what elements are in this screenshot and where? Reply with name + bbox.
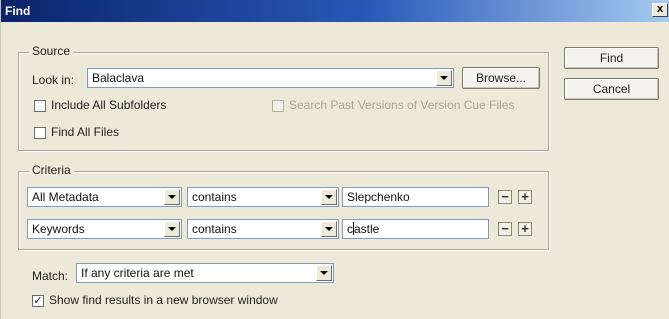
criteria-operator-dropdown-2[interactable]: contains [187, 219, 339, 239]
match-dropdown[interactable]: If any criteria are met [76, 263, 334, 283]
chevron-down-icon[interactable] [321, 221, 337, 237]
find-all-files-checkbox[interactable] [34, 127, 46, 139]
plus-icon: + [521, 189, 529, 204]
remove-criteria-button-1[interactable]: − [498, 190, 512, 204]
find-button[interactable]: Find [564, 47, 659, 69]
include-subfolders-label: Include All Subfolders [51, 98, 167, 112]
remove-criteria-button-2[interactable]: − [498, 222, 512, 236]
show-results-checkbox[interactable]: ✓ [32, 295, 44, 307]
criteria-operator-value: contains [192, 190, 237, 204]
criteria-value: Slepchenko [347, 190, 410, 204]
criteria-legend: Criteria [29, 163, 74, 177]
chevron-down-icon[interactable] [164, 221, 180, 237]
close-icon: x [656, 3, 664, 15]
chevron-down-icon[interactable] [321, 189, 337, 205]
match-value: If any criteria are met [81, 266, 194, 280]
cancel-button[interactable]: Cancel [564, 78, 659, 100]
find-all-files-label: Find All Files [51, 125, 120, 139]
look-in-value: Balaclava [92, 71, 145, 85]
checkmark-icon: ✓ [33, 295, 43, 307]
criteria-field-value: Keywords [32, 222, 85, 236]
plus-icon: + [521, 221, 529, 236]
search-past-versions-checkbox[interactable] [272, 100, 284, 112]
criteria-field-value: All Metadata [32, 190, 99, 204]
title-bar: Find x [1, 0, 669, 22]
show-results-label: Show find results in a new browser windo… [49, 293, 278, 307]
minus-icon: − [501, 189, 509, 204]
chevron-down-icon[interactable] [316, 265, 332, 281]
chevron-down-icon[interactable] [436, 70, 452, 86]
criteria-operator-dropdown-1[interactable]: contains [187, 187, 339, 207]
add-criteria-button-2[interactable]: + [518, 222, 532, 236]
browse-button[interactable]: Browse... [462, 67, 540, 89]
criteria-operator-value: contains [192, 222, 237, 236]
look-in-dropdown[interactable]: Balaclava [87, 68, 454, 88]
chevron-down-icon[interactable] [164, 189, 180, 205]
criteria-field-dropdown-2[interactable]: Keywords [27, 219, 182, 239]
search-past-versions-label: Search Past Versions of Version Cue File… [289, 98, 515, 112]
criteria-value-input-2[interactable]: castle [342, 219, 489, 239]
close-button[interactable]: x [652, 3, 668, 17]
criteria-value-suffix: astle [354, 222, 380, 236]
include-subfolders-checkbox[interactable] [34, 100, 46, 112]
source-legend: Source [29, 44, 74, 58]
look-in-label: Look in: [32, 73, 75, 87]
minus-icon: − [501, 221, 509, 236]
add-criteria-button-1[interactable]: + [518, 190, 532, 204]
criteria-field-dropdown-1[interactable]: All Metadata [27, 187, 182, 207]
window-title: Find [5, 4, 31, 18]
match-label: Match: [32, 269, 69, 283]
criteria-value-input-1[interactable]: Slepchenko [342, 187, 489, 207]
find-dialog: Find x Find Cancel Source Look in: Balac… [0, 0, 669, 319]
